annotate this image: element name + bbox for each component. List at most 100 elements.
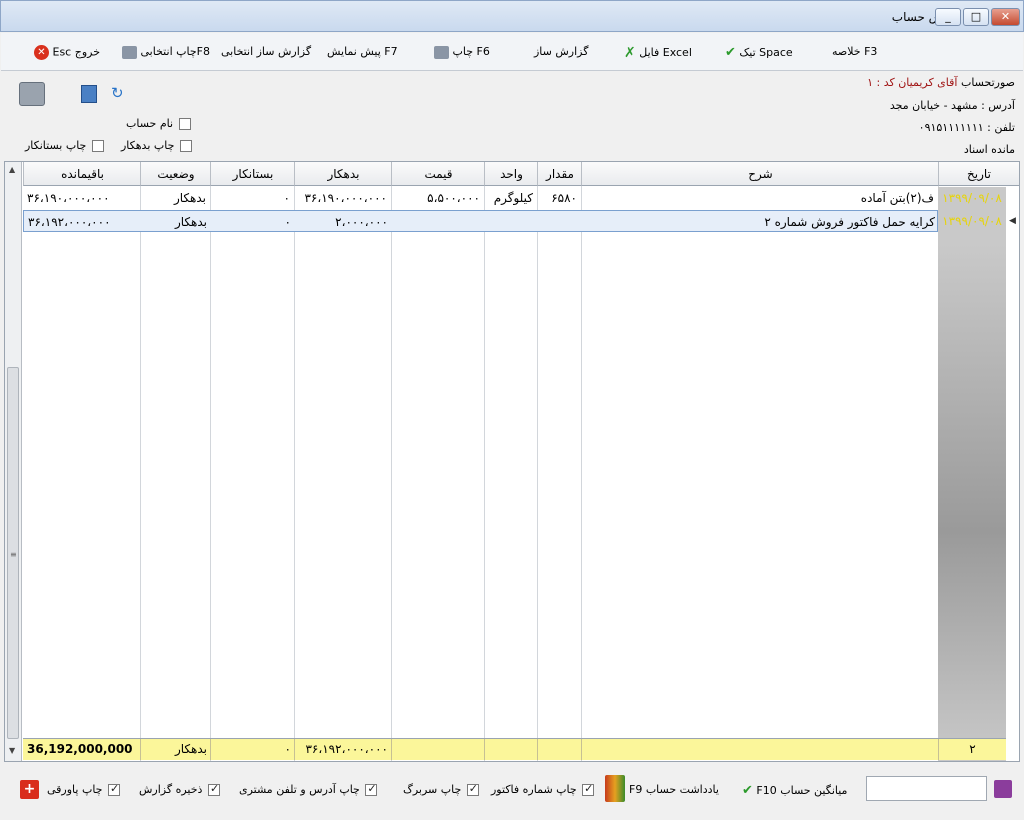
address-phone-checkbox-row[interactable]: چاپ آدرس و تلفن مشتری	[239, 782, 378, 796]
header-price[interactable]: قیمت	[391, 162, 485, 186]
header-credit[interactable]: بستانکار	[210, 162, 295, 186]
col-line	[140, 162, 141, 761]
col-line	[210, 162, 211, 761]
total-count: ۲	[938, 739, 1006, 760]
footnote-label: چاپ پاورقی	[47, 783, 103, 796]
header-checkbox-row[interactable]: چاپ سربرگ	[403, 782, 479, 796]
total-unit	[484, 739, 538, 760]
col-line	[537, 162, 538, 761]
add-icon[interactable]: +	[20, 780, 39, 799]
creditor-checkbox-row[interactable]: چاپ بستانکار	[25, 139, 104, 152]
summary-button[interactable]: خلاصه F3	[832, 45, 877, 63]
check-icon: ✔	[742, 783, 753, 798]
table-row[interactable]: ۳۶،۱۹۰،۰۰۰،۰۰۰ بدهکار ۰ ۳۶،۱۹۰،۰۰۰،۰۰۰ ۵…	[23, 187, 938, 209]
average-button[interactable]: میانگین حساب F10 ✔	[742, 783, 847, 798]
account-label: صورتحساب	[960, 76, 1015, 89]
selective-builder-button[interactable]: گزارش ساز انتخابی	[221, 45, 311, 63]
address-text: آدرس : مشهد - خیابان مجد	[889, 99, 1015, 112]
header-remaining[interactable]: باقیمانده	[23, 162, 141, 186]
name-checkbox-row[interactable]: نام حساب	[126, 117, 191, 130]
account-line: صورتحساب آقای کریمیان کد : ۱	[867, 76, 1015, 89]
header-status[interactable]: وضعیت	[140, 162, 211, 186]
note-button[interactable]: یادداشت حساب F9	[629, 783, 719, 796]
cell-status: بدهکار	[174, 215, 207, 229]
save-report-checkbox[interactable]	[207, 782, 220, 796]
search-input[interactable]	[866, 776, 987, 801]
refresh-icon[interactable]: ↻	[111, 84, 127, 102]
save-report-label: ذخیره گزارش	[139, 783, 203, 796]
cell-price: ۵،۵۰۰،۰۰۰	[427, 191, 480, 205]
col-line	[294, 162, 295, 761]
tick-label: تیک Space	[739, 46, 793, 59]
footnote-checkbox[interactable]	[107, 782, 120, 796]
header-debit[interactable]: بدهکار	[294, 162, 392, 186]
header-checkbox[interactable]	[466, 782, 479, 796]
total-status: بدهکار	[140, 739, 211, 760]
average-key: F10	[756, 784, 777, 797]
bottom-bar: میانگین حساب F10 ✔ یادداشت حساب F9 چاپ ش…	[1, 764, 1023, 818]
tick-button[interactable]: ✔ تیک Space	[725, 45, 793, 63]
exit-key: Esc	[52, 45, 72, 59]
invoice-no-checkbox-row[interactable]: چاپ شماره فاکتور	[491, 782, 595, 796]
excel-button[interactable]: ✗ فایل Excel	[624, 45, 692, 63]
col-line	[581, 162, 582, 761]
printer-icon[interactable]	[19, 82, 45, 106]
total-remaining: 36,192,000,000	[27, 742, 133, 756]
save-icon[interactable]	[994, 780, 1012, 798]
cell-unit	[485, 211, 538, 233]
total-credit: ۰	[210, 739, 295, 760]
date-column	[938, 187, 1006, 761]
printer-icon	[122, 45, 137, 59]
creditor-checkbox[interactable]	[91, 140, 104, 152]
transactions-grid[interactable]: ▲ ≡ ▼ باقیمانده وضعیت بستانکار بدهکار قی…	[4, 161, 1020, 762]
col-line	[391, 162, 392, 761]
preview-button[interactable]: پیش نمایش F7	[327, 45, 398, 63]
debtor-checkbox-row[interactable]: چاپ بدهکار	[121, 139, 192, 152]
header-desc[interactable]: شرح	[581, 162, 939, 186]
account-info-panel: ↻ صورتحساب آقای کریمیان کد : ۱ آدرس : مش…	[1, 72, 1023, 160]
debtor-checkbox[interactable]	[179, 140, 192, 152]
address-phone-checkbox[interactable]	[365, 782, 378, 796]
cell-unit: کیلوگرم	[493, 191, 533, 205]
cell-desc: ف(۲)بتن آماده	[860, 191, 934, 205]
exit-label: خروج	[74, 45, 101, 59]
print-label: چاپ F6	[452, 45, 490, 58]
balance-label: مانده اسناد	[963, 143, 1015, 156]
selective-print-button[interactable]: چاپ انتخابیF8	[122, 45, 210, 63]
save-report-checkbox-row[interactable]: ذخیره گزارش	[139, 782, 220, 796]
header-unit[interactable]: واحد	[484, 162, 538, 186]
print-settings-icon[interactable]	[81, 85, 97, 103]
cell-debit: ۳۶،۱۹۰،۰۰۰،۰۰۰	[304, 191, 387, 205]
average-label: میانگین حساب	[780, 784, 848, 797]
header-qty[interactable]: مقدار	[537, 162, 582, 186]
footnote-checkbox-row[interactable]: چاپ پاورقی	[47, 782, 120, 796]
cell-price	[392, 211, 485, 233]
exit-button[interactable]: ✕ Esc خروج	[34, 45, 100, 63]
address-phone-label: چاپ آدرس و تلفن مشتری	[239, 783, 360, 796]
excel-label: فایل Excel	[639, 46, 692, 59]
vertical-scrollbar[interactable]: ▲ ≡ ▼	[5, 162, 22, 761]
cell-qty	[538, 211, 582, 233]
cell-remaining: ۳۶،۱۹۲،۰۰۰،۰۰۰	[28, 215, 111, 229]
report-builder-button[interactable]: گزارش ساز	[534, 45, 588, 63]
cell-remaining: ۳۶،۱۹۰،۰۰۰،۰۰۰	[27, 191, 110, 205]
cell-date: ۱۳۹۹/۰۹/۰۸	[942, 214, 1002, 228]
notebook-icon[interactable]	[605, 775, 625, 802]
invoice-no-label: چاپ شماره فاکتور	[491, 783, 577, 796]
print-button[interactable]: چاپ F6	[434, 45, 490, 63]
name-checkbox[interactable]	[178, 118, 191, 130]
selective-print-label: چاپ انتخابیF8	[140, 45, 210, 58]
minimize-button[interactable]: _	[935, 8, 961, 26]
total-debit: ۳۶،۱۹۲،۰۰۰،۰۰۰	[294, 739, 392, 760]
table-row[interactable]: ۳۶،۱۹۲،۰۰۰،۰۰۰ بدهکار ۰ ۲،۰۰۰،۰۰۰ کرایه …	[23, 210, 938, 232]
title-bar: گردش حساب _ □ ✕	[0, 0, 1024, 32]
total-desc	[581, 739, 939, 760]
toolbar: خلاصه F3 ✔ تیک Space ✗ فایل Excel گزارش …	[1, 33, 1023, 71]
maximize-button[interactable]: □	[963, 8, 989, 26]
close-button[interactable]: ✕	[991, 8, 1020, 26]
header-date[interactable]: تاریخ	[938, 162, 1019, 186]
scroll-up-icon[interactable]: ▲	[9, 165, 15, 174]
invoice-no-checkbox[interactable]	[582, 782, 595, 796]
scroll-down-icon[interactable]: ▼	[9, 746, 15, 755]
header-print-label: چاپ سربرگ	[403, 783, 462, 796]
